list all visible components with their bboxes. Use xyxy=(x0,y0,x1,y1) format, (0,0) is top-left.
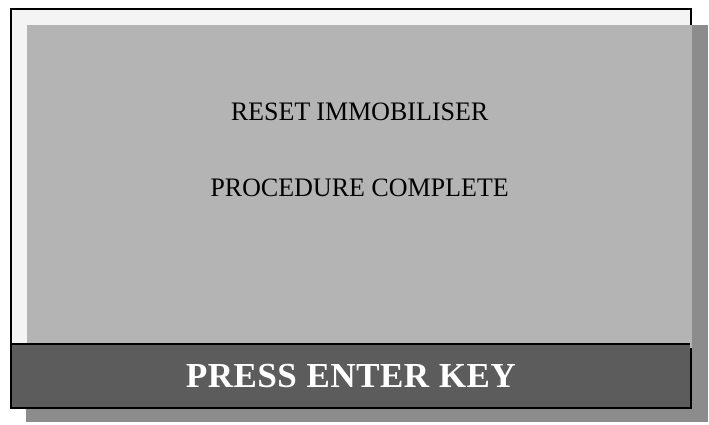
message-line-procedure-complete: PROCEDURE COMPLETE xyxy=(210,173,509,202)
press-enter-prompt-bar[interactable]: PRESS ENTER KEY xyxy=(12,343,690,407)
message-line-reset-immobiliser: RESET IMMOBILISER xyxy=(230,97,489,126)
screen-frame: RESET IMMOBILISER PROCEDURE COMPLETE PRE… xyxy=(10,8,692,409)
message-panel: RESET IMMOBILISER PROCEDURE COMPLETE xyxy=(27,25,692,348)
press-enter-prompt-text: PRESS ENTER KEY xyxy=(185,356,517,395)
diagnostic-screen: RESET IMMOBILISER PROCEDURE COMPLETE PRE… xyxy=(0,0,709,425)
